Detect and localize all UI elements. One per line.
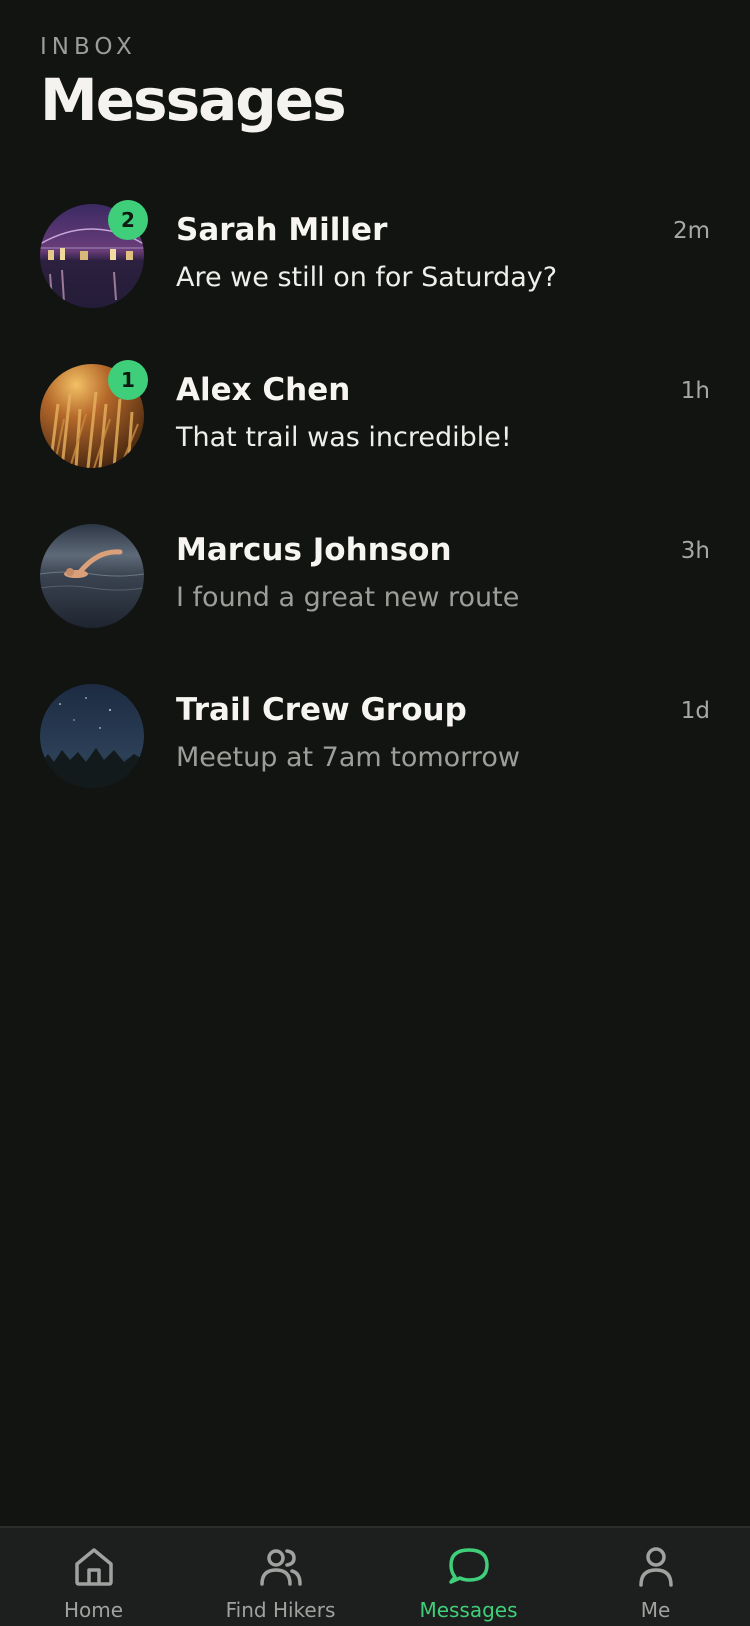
contact-name: Trail Crew Group [176, 692, 467, 728]
inbox-eyebrow: INBOX [40, 34, 137, 60]
message-preview: That trail was incredible! [176, 422, 512, 453]
message-timestamp: 1h [680, 378, 710, 404]
page-title: Messages [40, 66, 347, 134]
conversation-item-marcus-johnson[interactable]: Marcus Johnson 3h I found a great new ro… [0, 520, 750, 680]
avatar [40, 524, 144, 628]
person-icon [638, 1547, 673, 1587]
conversation-item-trail-crew-group[interactable]: Trail Crew Group 1d Meetup at 7am tomorr… [0, 680, 750, 840]
message-timestamp: 2m [672, 218, 710, 244]
unread-badge: 1 [108, 360, 148, 400]
tab-messages[interactable]: Messages [375, 1528, 562, 1626]
inbox-header: INBOX Messages [40, 30, 347, 136]
tab-home[interactable]: Home [0, 1528, 187, 1626]
tab-label: Find Hikers [225, 1598, 336, 1622]
unread-badge: 2 [108, 200, 148, 240]
message-preview: I found a great new route [176, 582, 520, 613]
contact-name: Sarah Miller [176, 212, 388, 248]
tab-find-hikers[interactable]: Find Hikers [187, 1528, 374, 1626]
conversation-item-sarah-miller[interactable]: 2 Sarah Miller 2m Are we still on for Sa… [0, 200, 750, 360]
contact-name: Marcus Johnson [176, 532, 452, 568]
chat-bubble-icon [448, 1548, 489, 1584]
message-preview: Are we still on for Saturday? [176, 262, 558, 293]
home-icon [74, 1548, 113, 1586]
avatar [40, 684, 144, 788]
tab-label: Me [640, 1598, 671, 1622]
contact-name: Alex Chen [176, 372, 351, 408]
tab-me[interactable]: Me [562, 1528, 749, 1626]
bottom-tab-bar: Home Find Hikers Messages Me [0, 1526, 750, 1626]
users-icon [259, 1549, 302, 1586]
tab-label: Home [63, 1598, 124, 1622]
message-timestamp: 1d [680, 698, 710, 724]
message-timestamp: 3h [680, 538, 710, 564]
tab-label: Messages [419, 1598, 518, 1622]
conversation-item-alex-chen[interactable]: 1 Alex Chen 1h That trail was incredible… [0, 360, 750, 520]
conversation-list: 2 Sarah Miller 2m Are we still on for Sa… [0, 200, 750, 840]
message-preview: Meetup at 7am tomorrow [176, 742, 520, 773]
